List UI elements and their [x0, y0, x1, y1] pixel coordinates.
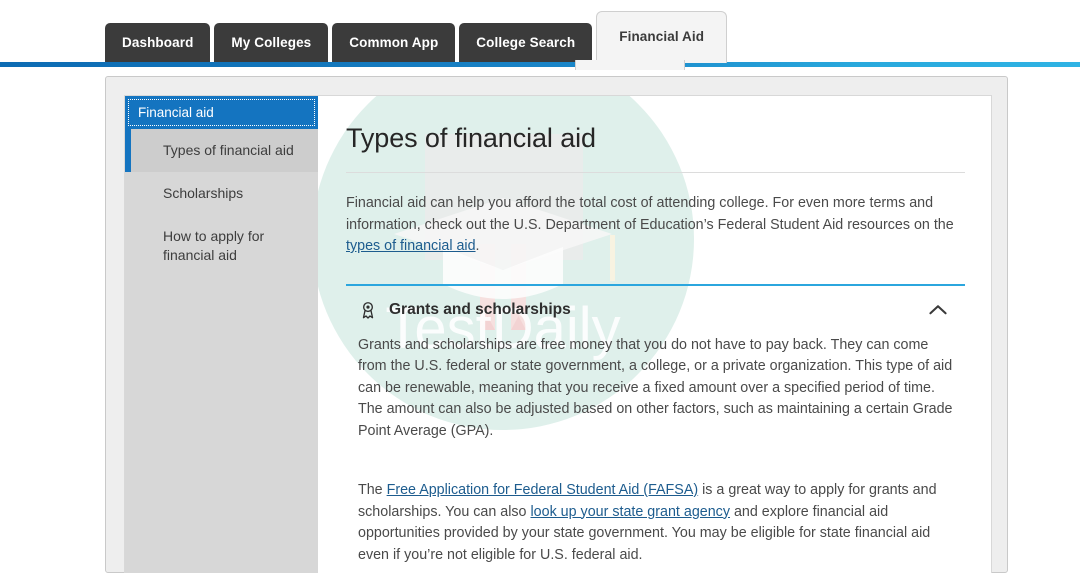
- sidebar-item-types-of-financial-aid[interactable]: Types of financial aid: [125, 129, 340, 173]
- header-accent-rule: [0, 62, 1080, 67]
- chevron-up-icon[interactable]: [925, 297, 951, 323]
- fafsa-link[interactable]: Free Application for Federal Student Aid…: [387, 482, 699, 498]
- intro-text-before-link: Financial aid can help you afford the to…: [346, 195, 954, 233]
- sidebar-header-label: Financial aid: [138, 105, 214, 120]
- intro-text-after-link: .: [475, 238, 480, 254]
- accordion-paragraph-1: Grants and scholarships are free money t…: [358, 336, 953, 439]
- tab-college-search[interactable]: College Search: [459, 23, 593, 63]
- sidebar-item-scholarships[interactable]: Scholarships: [125, 172, 318, 215]
- sidebar-header-financial-aid[interactable]: Financial aid: [125, 96, 318, 129]
- state-grant-agency-link[interactable]: look up your state grant agency: [530, 504, 730, 520]
- main-content: TestDaily Types of financial aid Financi…: [318, 96, 991, 573]
- award-ribbon-icon: [362, 302, 374, 319]
- tab-my-colleges[interactable]: My Colleges: [214, 23, 329, 63]
- tab-common-app[interactable]: Common App: [332, 23, 456, 63]
- types-of-financial-aid-link[interactable]: types of financial aid: [346, 238, 476, 254]
- active-tab-overlap: [575, 60, 685, 70]
- accordion-paragraph-2: The Free Application for Federal Student…: [358, 480, 953, 566]
- sidebar-item-how-to-apply[interactable]: How to apply for financial aid: [125, 215, 318, 277]
- accordion-header[interactable]: Grants and scholarships: [346, 286, 965, 335]
- content-body: Types of financial aid Financial aid can…: [318, 96, 991, 567]
- tab-bar: Dashboard My Colleges Common App College…: [0, 0, 1080, 63]
- page-title: Types of financial aid: [346, 123, 596, 153]
- sidebar-item-label: Scholarships: [163, 185, 244, 201]
- tab-list: Dashboard My Colleges Common App College…: [105, 0, 728, 63]
- title-divider: [346, 172, 965, 173]
- tab-dashboard[interactable]: Dashboard: [105, 23, 211, 63]
- sidebar-nav: Financial aid Types of financial aid Sch…: [125, 96, 340, 573]
- sidebar-item-label: How to apply for financial aid: [163, 228, 265, 263]
- intro-paragraph: Financial aid can help you afford the to…: [346, 193, 965, 258]
- app-root: Dashboard My Colleges Common App College…: [0, 0, 1080, 573]
- accordion-grants-and-scholarships: Grants and scholarships Grants and schol…: [346, 283, 965, 567]
- page-frame: Financial aid Types of financial aid Sch…: [105, 76, 1008, 573]
- content-card: Financial aid Types of financial aid Sch…: [124, 95, 992, 573]
- tab-financial-aid[interactable]: Financial Aid: [596, 11, 728, 63]
- sidebar-item-label: Types of financial aid: [163, 142, 294, 158]
- accordion-panel: Grants and scholarships are free money t…: [346, 335, 965, 567]
- accordion-title: Grants and scholarships: [389, 301, 571, 318]
- para2-text-1: The: [358, 482, 387, 498]
